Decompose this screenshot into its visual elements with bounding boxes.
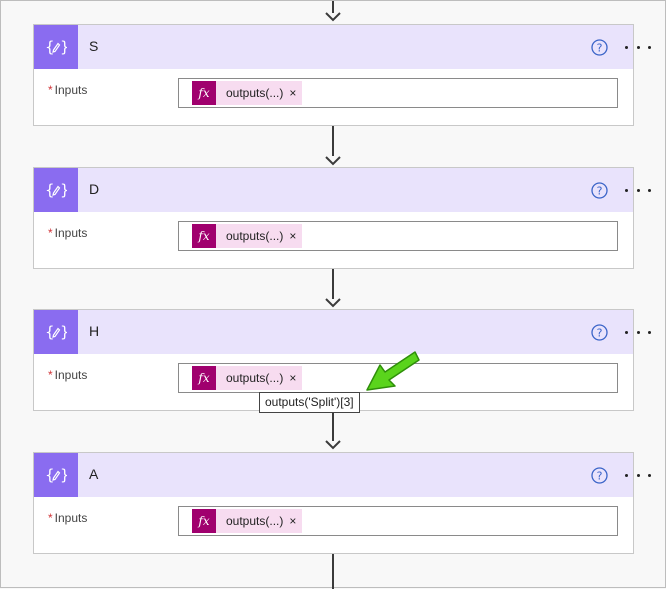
more-options-icon[interactable] — [625, 37, 651, 57]
svg-text:?: ? — [597, 327, 603, 340]
action-card-body: * Inputs fx outputs(...) × — [34, 69, 633, 125]
svg-text:}: } — [60, 181, 67, 199]
action-card-body: * Inputs fx outputs(...) × — [34, 497, 633, 553]
inputs-label: * Inputs — [48, 368, 88, 382]
action-card-header[interactable]: {} S ? — [34, 25, 651, 69]
compose-icon: {} — [34, 168, 78, 212]
connector-arrow-icon — [325, 156, 341, 166]
action-title: S — [89, 38, 99, 54]
connector-line — [332, 126, 334, 156]
action-title: H — [89, 323, 100, 339]
help-circle-icon[interactable]: ? — [591, 182, 608, 199]
required-marker: * — [48, 226, 53, 240]
expression-token[interactable]: fx outputs(...) × — [192, 509, 303, 533]
token-text: outputs(...) — [226, 229, 284, 243]
expression-token[interactable]: fx outputs(...) × — [192, 81, 303, 105]
svg-text:{: { — [45, 181, 55, 199]
inputs-label: * Inputs — [48, 226, 88, 240]
remove-token-icon[interactable]: × — [287, 86, 302, 100]
compose-icon: {} — [34, 310, 78, 354]
action-title: D — [89, 181, 100, 197]
token-text: outputs(...) — [226, 86, 284, 100]
connector-line — [332, 269, 334, 299]
inputs-field[interactable]: fx outputs(...) × — [178, 78, 618, 108]
svg-text:}: } — [60, 466, 67, 484]
action-card-header[interactable]: {} D ? — [34, 168, 651, 212]
remove-token-icon[interactable]: × — [287, 229, 302, 243]
remove-token-icon[interactable]: × — [287, 514, 302, 528]
expression-fx-icon: fx — [192, 509, 216, 533]
help-circle-icon[interactable]: ? — [591, 39, 608, 56]
action-card-header[interactable]: {} A ? — [34, 453, 651, 497]
bottom-connector-line — [332, 554, 334, 589]
expression-tooltip: outputs('Split')[3] — [259, 392, 360, 413]
token-text: outputs(...) — [226, 514, 284, 528]
svg-text:?: ? — [597, 470, 603, 483]
action-card-s: {} S ? *Inputs fx outputs(...) × — [33, 24, 651, 126]
svg-text:{: { — [45, 466, 55, 484]
svg-text:?: ? — [597, 185, 603, 198]
inputs-label: * Inputs — [48, 83, 88, 97]
inputs-field[interactable]: fx outputs(...) × — [178, 506, 618, 536]
top-connector-arrow-icon — [325, 12, 341, 22]
expression-fx-icon: fx — [192, 366, 216, 390]
token-text: outputs(...) — [226, 371, 284, 385]
svg-text:}: } — [60, 38, 67, 56]
help-circle-icon[interactable]: ? — [591, 324, 608, 341]
inputs-label: * Inputs — [48, 511, 88, 525]
connector-arrow-icon — [325, 298, 341, 308]
more-options-icon[interactable] — [625, 180, 651, 200]
svg-text:}: } — [60, 323, 67, 341]
required-marker: * — [48, 83, 53, 97]
compose-icon: {} — [34, 25, 78, 69]
svg-text:{: { — [45, 323, 55, 341]
more-options-icon[interactable] — [625, 465, 651, 485]
expression-fx-icon: fx — [192, 224, 216, 248]
expression-token[interactable]: fx outputs(...) × — [192, 224, 303, 248]
compose-icon: {} — [34, 453, 78, 497]
action-card-header[interactable]: {} H ? — [34, 310, 651, 354]
more-options-icon[interactable] — [625, 322, 651, 342]
action-card-a: {} A ? *Inputs fx outputs(...) × — [33, 452, 651, 554]
connector-arrow-icon — [325, 440, 341, 450]
expression-token[interactable]: fx outputs(...) × — [192, 366, 303, 390]
required-marker: * — [48, 368, 53, 382]
remove-token-icon[interactable]: × — [287, 371, 302, 385]
required-marker: * — [48, 511, 53, 525]
svg-text:?: ? — [597, 42, 603, 55]
green-pointer-arrow-icon — [363, 350, 423, 396]
connector-line — [332, 411, 334, 441]
svg-text:{: { — [45, 38, 55, 56]
help-circle-icon[interactable]: ? — [591, 467, 608, 484]
inputs-field[interactable]: fx outputs(...) × — [178, 221, 618, 251]
expression-fx-icon: fx — [192, 81, 216, 105]
action-card-d: {} D ? *Inputs fx outputs(...) × — [33, 167, 651, 269]
action-title: A — [89, 466, 99, 482]
action-card-body: * Inputs fx outputs(...) × — [34, 212, 633, 268]
